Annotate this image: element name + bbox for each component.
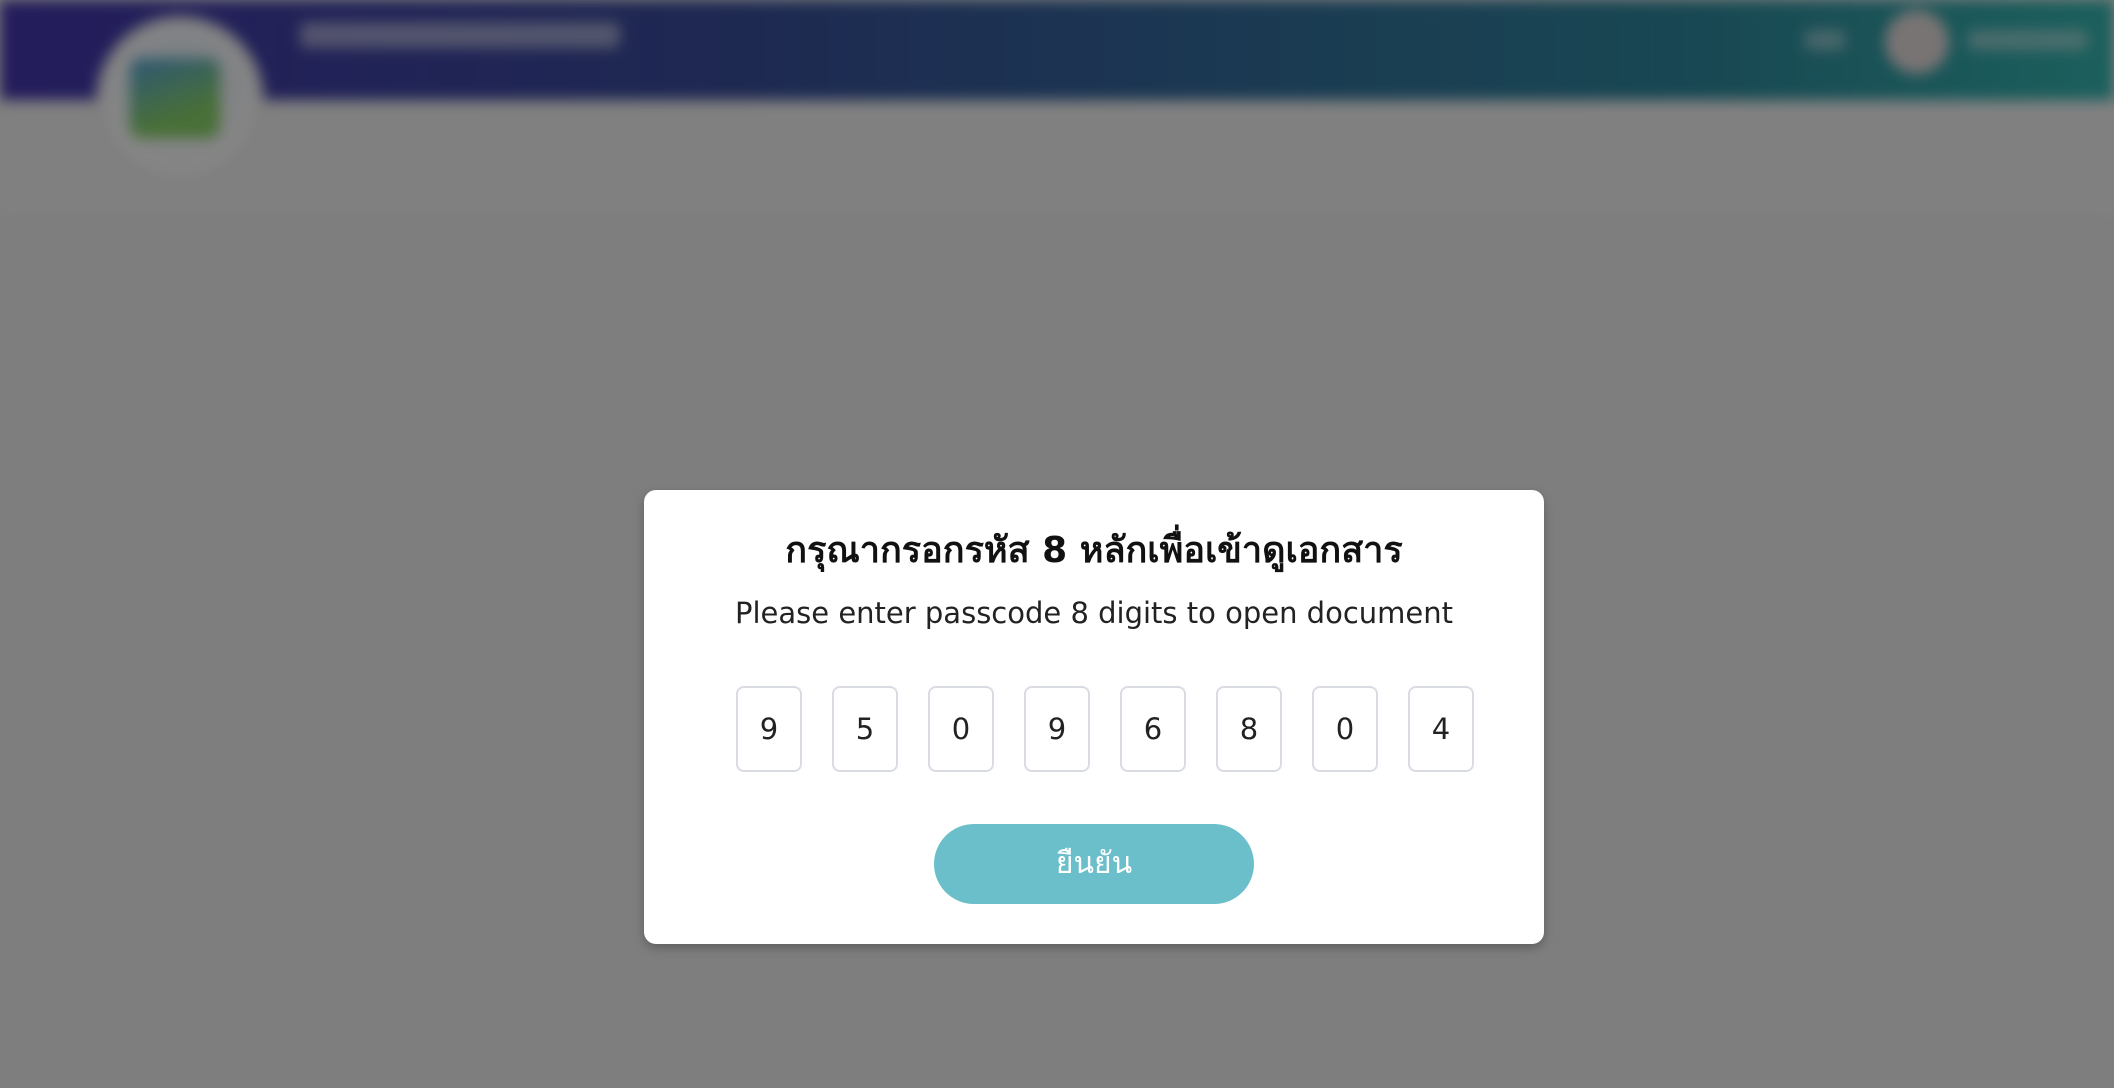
passcode-digit-1[interactable]: 9 xyxy=(736,686,802,772)
passcode-digit-5[interactable]: 6 xyxy=(1120,686,1186,772)
passcode-digits: 9 5 0 9 6 8 0 4 xyxy=(736,686,1474,776)
modal-subtitle: Please enter passcode 8 digits to open d… xyxy=(735,596,1453,630)
passcode-digit-7[interactable]: 0 xyxy=(1312,686,1378,772)
passcode-digit-6[interactable]: 8 xyxy=(1216,686,1282,772)
passcode-digit-8[interactable]: 4 xyxy=(1408,686,1474,772)
passcode-digit-3[interactable]: 0 xyxy=(928,686,994,772)
passcode-digit-2[interactable]: 5 xyxy=(832,686,898,772)
modal-title: กรุณากรอกรหัส 8 หลักเพื่อเข้าดูเอกสาร xyxy=(785,530,1403,571)
passcode-modal: กรุณากรอกรหัส 8 หลักเพื่อเข้าดูเอกสาร Pl… xyxy=(644,490,1544,944)
passcode-digit-4[interactable]: 9 xyxy=(1024,686,1090,772)
confirm-button[interactable]: ยืนยัน xyxy=(934,824,1254,904)
